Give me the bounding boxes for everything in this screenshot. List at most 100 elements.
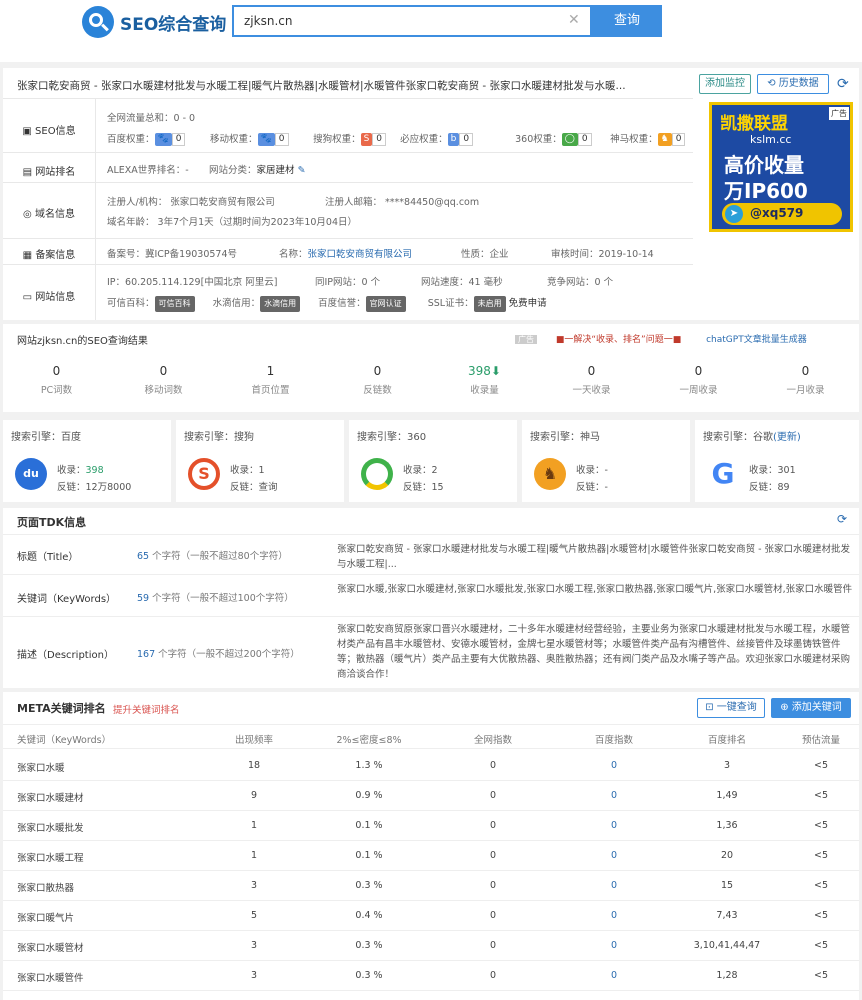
add-monitor-button[interactable]: 添加监控: [699, 74, 751, 94]
ssl-apply-link[interactable]: 免费申请: [509, 298, 547, 309]
telegram-icon: ➤: [725, 205, 743, 223]
row-divider: [3, 810, 859, 811]
table-cell[interactable]: 0: [559, 880, 669, 891]
sogou-index-value: 1: [258, 465, 265, 476]
tdk-title-count: 65 个字符（一般不超过80个字符）: [137, 551, 288, 562]
table-cell: 0: [489, 940, 497, 951]
mobile-weight-icon: 🐾: [257, 133, 275, 146]
baidu-icon: du: [15, 458, 47, 490]
weight-sogou[interactable]: 搜狗权重： S 0: [313, 131, 397, 146]
stat-pc-words[interactable]: 0 PC词数: [3, 364, 110, 396]
weight-list: 百度权重： 🐾 0 移动权重： 🐾 0 搜狗权重： S 0 必应权重： b 0 360权重： ◯ 0…: [107, 131, 696, 146]
competitor-sites: 竞争网站：0 个: [547, 277, 614, 288]
promote-ranking-link[interactable]: 提升关键词排名: [113, 702, 180, 716]
history-label: 历史数据: [778, 78, 819, 89]
tdk-panel: 页面TDK信息 ⟳ 标题（Title） 65 个字符（一般不超过80个字符） 张…: [3, 508, 859, 688]
row-divider: [3, 840, 859, 841]
360-index-value: 2: [431, 465, 438, 476]
logo-text[interactable]: SEO综合查询: [120, 10, 226, 35]
table-cell: <5: [813, 820, 828, 831]
360-links-value: 15: [431, 482, 444, 493]
promo-link-1[interactable]: ■一解决“收录、排名”问题一■: [556, 335, 681, 345]
table-cell[interactable]: 0: [559, 850, 669, 861]
table-cell[interactable]: 0: [559, 970, 669, 981]
stat-mobile-words[interactable]: 0 移动词数: [110, 364, 217, 396]
site-speed: 网站速度：41 毫秒: [421, 277, 503, 288]
ad-banner[interactable]: 凯撒联盟 广告 kslm.cc 高价收量 万IP600 ➤ @xq579: [709, 102, 853, 232]
history-data-button[interactable]: ⟲ 历史数据: [757, 74, 829, 94]
results-panel: 网站zjksn.cn的SEO查询结果 广告 ■一解决“收录、排名”问题一■ ch…: [3, 324, 859, 412]
table-cell[interactable]: 0: [559, 910, 669, 921]
meta-header-3: 全网指数: [473, 735, 512, 746]
table-cell: 0.3 %: [355, 970, 383, 981]
plus-icon: ⊕: [780, 702, 792, 713]
one-click-query-button[interactable]: ⊡ 一键查询: [697, 698, 765, 718]
table-cell: 3: [723, 760, 731, 771]
site-info-panel: 张家口乾安商贸 - 张家口水暖建材批发与水暖工程|暖气片散热器|水暖管材|水暖管…: [3, 68, 859, 320]
table-cell: 0.4 %: [355, 910, 383, 921]
header-bar: SEO综合查询 zjksn.cn ✕ 查询: [0, 0, 862, 62]
table-cell: <5: [813, 880, 828, 891]
keyword-cell: 张家口暖气片: [17, 913, 75, 924]
site-category: 网站分类：家居建材 ✎: [209, 165, 306, 176]
table-cell[interactable]: 0: [559, 760, 669, 771]
baidu-weight-icon: 🐾: [154, 133, 172, 146]
baidu-index-value[interactable]: 398: [86, 465, 104, 476]
weight-bing[interactable]: 必应权重： b 0: [400, 131, 512, 146]
weight-baidu[interactable]: 百度权重： 🐾 0: [107, 131, 207, 146]
keyword-cell: 张家口水暖: [17, 763, 65, 774]
ad-line1: 高价收量: [724, 153, 804, 177]
icp-name-link[interactable]: 张家口乾安商贸有限公司: [308, 249, 413, 260]
stat-week-indexed[interactable]: 0 一周收录: [645, 364, 752, 396]
search-button[interactable]: 查询: [592, 5, 662, 37]
360-icon: [361, 458, 393, 490]
trust-badge[interactable]: 可信百科: [154, 295, 195, 312]
ip-info: IP：60.205.114.129[中国北京 阿里云]: [107, 277, 278, 288]
baidu-credit-badge[interactable]: 官网认证: [365, 295, 406, 312]
table-cell: 0: [489, 910, 497, 921]
table-cell: 1,49: [716, 790, 738, 801]
stat-backlinks[interactable]: 0 反链数: [324, 364, 431, 396]
sogou-links-value[interactable]: 查询: [259, 482, 278, 493]
stat-day-indexed[interactable]: 0 一天收录: [538, 364, 645, 396]
promo-link-2[interactable]: chatGPT文章批量生成器: [706, 335, 807, 345]
keyword-cell: 张家口水暖工程: [17, 853, 84, 864]
add-keyword-button[interactable]: ⊕ 添加关键词: [771, 698, 851, 718]
tdk-refresh-icon[interactable]: ⟳: [837, 512, 847, 526]
table-cell[interactable]: 0: [559, 820, 669, 831]
meta-header-1: 出现频率: [234, 735, 273, 746]
table-cell[interactable]: 0: [559, 790, 669, 801]
tdk-title: 页面TDK信息: [17, 516, 87, 529]
table-cell: 0: [489, 880, 497, 891]
stat-month-indexed[interactable]: 0 一月收录: [752, 364, 859, 396]
row-divider: [3, 780, 859, 781]
row-label-rank: ▤ 网站排名: [22, 167, 76, 178]
weight-mobile[interactable]: 移动权重： 🐾 0: [210, 131, 310, 146]
shenma-icon: ♞: [534, 458, 566, 490]
table-cell[interactable]: 0: [559, 940, 669, 951]
icp-icon: ▦: [22, 250, 36, 261]
edit-icon[interactable]: ✎: [298, 165, 306, 176]
rank-icon: ▤: [22, 167, 36, 178]
stat-home-position[interactable]: 1 首页位置: [217, 364, 324, 396]
logo-icon[interactable]: [82, 6, 114, 38]
keyword-cell: 张家口散热器: [17, 883, 75, 894]
weight-360[interactable]: 360权重： ◯ 0: [515, 131, 607, 146]
google-update-link[interactable]: (更新): [773, 432, 801, 443]
query-icon: ⊡: [705, 702, 717, 713]
engine-card-sogou: 搜索引擎：搜狗 S 收录：1 反链：查询: [176, 420, 344, 502]
water-credit-badge[interactable]: 水滴信用: [260, 295, 301, 312]
table-cell: 1,36: [716, 820, 738, 831]
website-icon: ▭: [22, 292, 36, 303]
stat-indexed[interactable]: 398⬇ 收录量: [431, 364, 538, 396]
results-title: 网站zjksn.cn的SEO查询结果: [17, 336, 148, 347]
weight-shenma[interactable]: 神马权重： ♞ 0: [610, 131, 696, 146]
refresh-icon[interactable]: ⟳: [837, 76, 849, 92]
ad-tag: 广告: [829, 107, 849, 120]
search-input[interactable]: zjksn.cn ✕: [232, 5, 592, 37]
clear-icon[interactable]: ✕: [568, 12, 580, 28]
360-weight-icon: ◯: [561, 133, 578, 146]
icp-nature: 性质：企业: [461, 249, 509, 260]
table-cell: 5: [250, 910, 258, 921]
table-cell: 0: [489, 850, 497, 861]
